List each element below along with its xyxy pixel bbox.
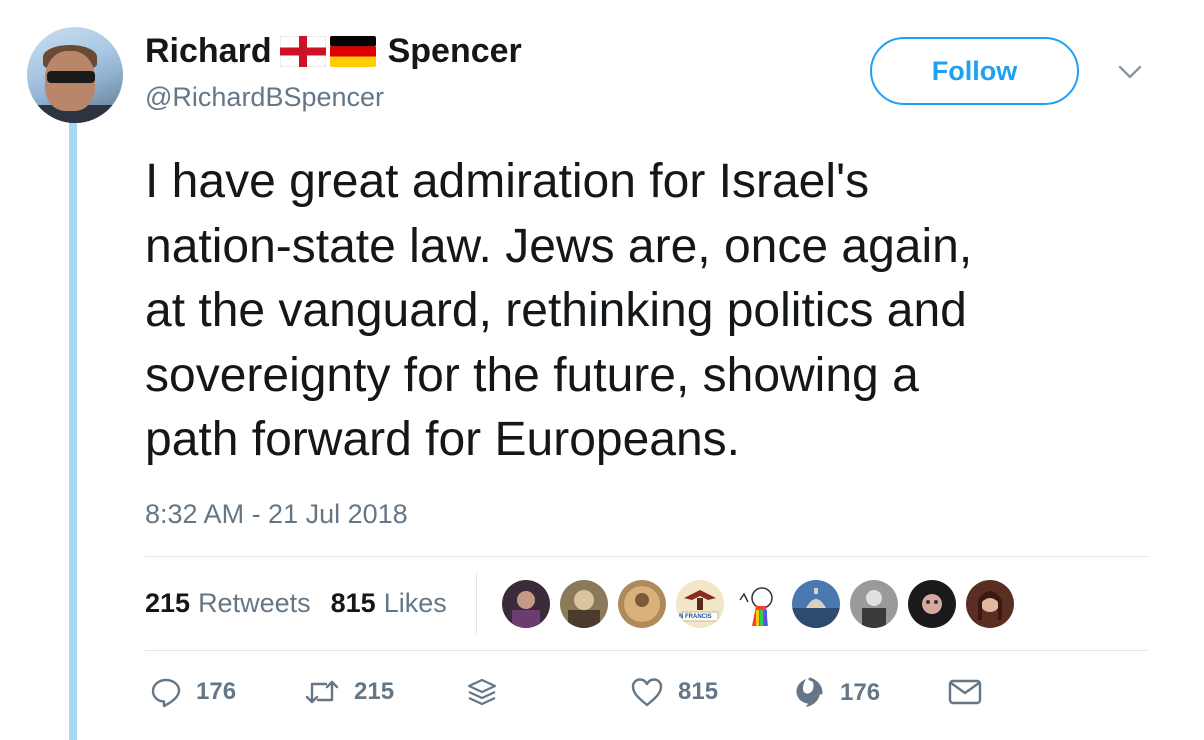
likes-stat[interactable]: 815 Likes bbox=[331, 586, 447, 620]
tweet-stats: 215 Retweets 815 Likes bbox=[145, 586, 467, 620]
liker-avatar[interactable] bbox=[618, 580, 666, 628]
reply-button[interactable]: 176 bbox=[150, 676, 236, 708]
like-button[interactable]: 815 bbox=[630, 676, 718, 708]
reply-icon bbox=[151, 678, 181, 708]
tweet-actions: 176 215 815 176 bbox=[0, 676, 1204, 716]
author-handle[interactable]: @RichardBSpencer bbox=[145, 80, 384, 114]
likes-count: 815 bbox=[330, 588, 376, 618]
retweets-stat[interactable]: 215 Retweets bbox=[145, 586, 311, 620]
disqus-icon bbox=[796, 677, 823, 707]
divider bbox=[145, 556, 1148, 557]
tweet-text: I have great admiration for Israel's nat… bbox=[145, 155, 973, 466]
thread-line bbox=[69, 122, 77, 740]
author-last-name: Spencer bbox=[387, 32, 522, 70]
liker-avatar[interactable] bbox=[560, 580, 608, 628]
direct-message-button[interactable] bbox=[948, 678, 982, 706]
author-first-name: Richard bbox=[145, 32, 272, 70]
follow-button[interactable]: Follow bbox=[870, 37, 1079, 105]
liker-caption: N FRANCIS bbox=[679, 614, 712, 620]
reply-count: 176 bbox=[196, 678, 237, 705]
like-count: 815 bbox=[678, 678, 719, 705]
divider bbox=[145, 650, 1148, 651]
retweets-label: Retweets bbox=[198, 588, 311, 618]
liker-avatar[interactable] bbox=[792, 580, 840, 628]
buffer-button[interactable] bbox=[466, 676, 498, 708]
chevron-down-icon[interactable] bbox=[1117, 62, 1143, 82]
retweet-icon bbox=[305, 680, 339, 704]
liker-avatar[interactable] bbox=[908, 580, 956, 628]
liker-avatar[interactable] bbox=[502, 580, 550, 628]
stats-separator bbox=[476, 572, 477, 634]
avatar[interactable] bbox=[27, 27, 123, 123]
germany-flag-icon bbox=[329, 35, 376, 67]
layers-icon bbox=[467, 678, 497, 706]
liker-avatars: N FRANCIS bbox=[502, 580, 1024, 628]
liker-avatar[interactable]: N FRANCIS bbox=[676, 580, 724, 628]
envelope-icon bbox=[948, 679, 982, 705]
disqus-button[interactable]: 176 bbox=[790, 676, 880, 710]
author-name[interactable]: Richard Spencer bbox=[145, 30, 522, 72]
heart-icon bbox=[631, 678, 663, 707]
liker-avatar[interactable] bbox=[734, 580, 782, 628]
england-flag-icon bbox=[279, 35, 326, 67]
likes-label: Likes bbox=[383, 588, 447, 618]
retweet-count: 215 bbox=[354, 678, 395, 705]
tweet-timestamp[interactable]: 8:32 AM - 21 Jul 2018 bbox=[145, 498, 408, 530]
liker-avatar[interactable] bbox=[850, 580, 898, 628]
disqus-count: 176 bbox=[840, 679, 881, 706]
retweet-button[interactable]: 215 bbox=[304, 676, 394, 708]
retweets-count: 215 bbox=[145, 588, 191, 618]
liker-avatar[interactable] bbox=[966, 580, 1014, 628]
